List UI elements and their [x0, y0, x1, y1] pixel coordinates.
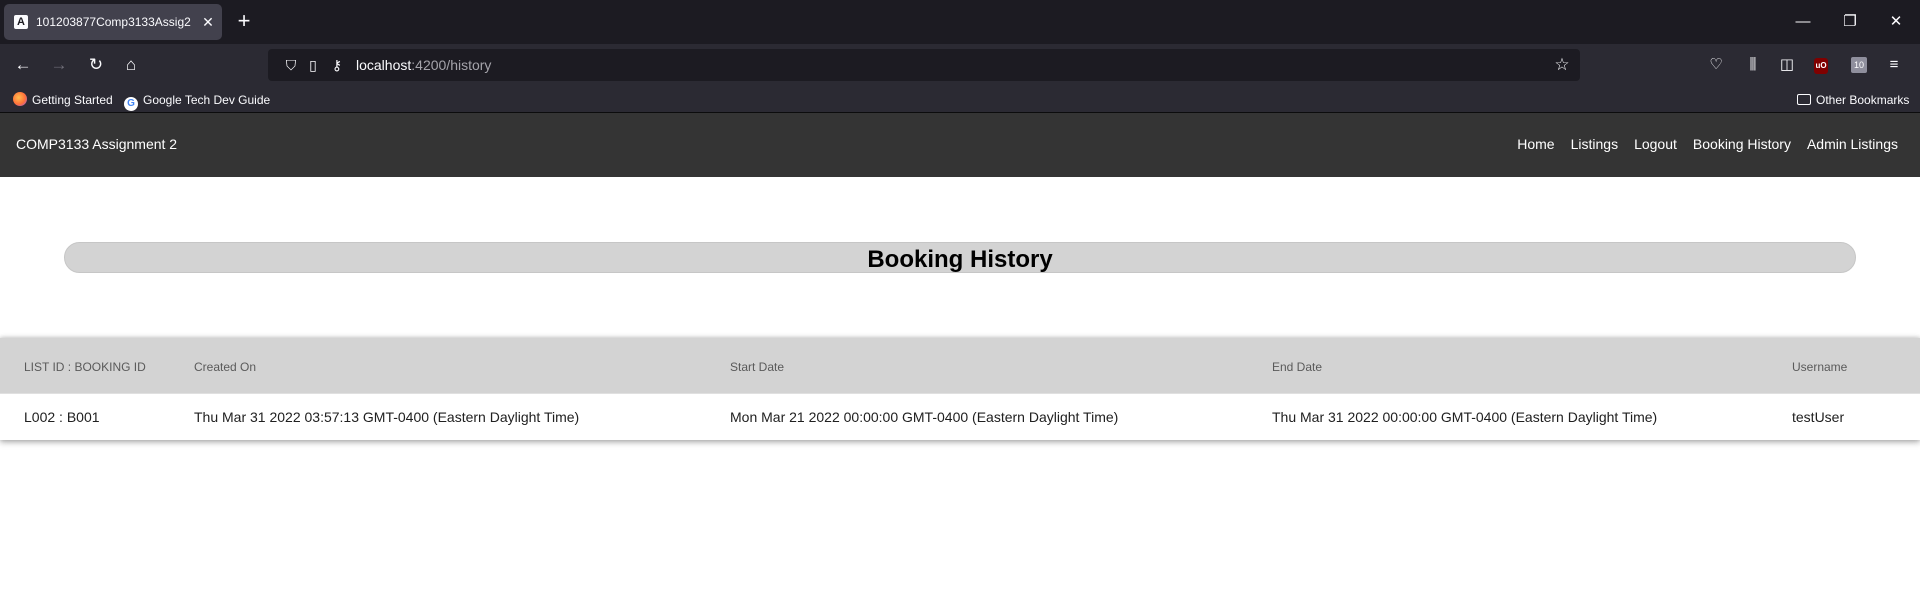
header-row: LIST ID : BOOKING ID Created On Start Da…	[0, 338, 1920, 393]
app-brand[interactable]: COMP3133 Assignment 2	[16, 136, 177, 152]
page-icon[interactable]: ▯	[304, 56, 322, 74]
header-username: Username	[1792, 360, 1848, 375]
cell-end-date: Thu Mar 31 2022 00:00:00 GMT-0400 (Easte…	[1272, 408, 1658, 425]
key-icon[interactable]: ⚷	[328, 56, 346, 74]
cell-list-booking-id: L002 : B001	[24, 408, 100, 425]
bookmarks-toolbar: Getting Started G Google Tech Dev Guide O…	[0, 86, 1920, 113]
sidebar-icon[interactable]: ◫	[1775, 53, 1799, 77]
other-bookmarks[interactable]: Other Bookmarks	[1797, 91, 1909, 109]
browser-tabstrip: A 101203877Comp3133Assig2 ✕ + — ❐ ✕	[0, 0, 1920, 44]
header-start-date: Start Date	[730, 360, 785, 375]
bookmark-label: Getting Started	[32, 93, 113, 107]
nav-admin-listings[interactable]: Admin Listings	[1807, 136, 1898, 152]
restore-icon[interactable]: ❐	[1838, 10, 1862, 34]
nav-links: Home Listings Logout Booking History Adm…	[1517, 136, 1898, 152]
reload-icon[interactable]: ↻	[84, 53, 108, 77]
extension-badge-icon[interactable]: 10	[1851, 57, 1867, 73]
home-icon[interactable]: ⌂	[119, 53, 143, 77]
bookmark-getting-started[interactable]: Getting Started	[13, 91, 113, 109]
back-icon[interactable]: ←	[11, 53, 35, 77]
page-title: Booking History	[867, 246, 1053, 273]
firefox-icon	[13, 92, 27, 106]
header-created-on: Created On	[194, 360, 257, 375]
table-header: LIST ID : BOOKING ID Created On Start Da…	[0, 338, 1920, 393]
close-tab-icon[interactable]: ✕	[200, 14, 216, 30]
page-heading-bar: Booking History	[64, 242, 1856, 273]
header-list-booking-id: LIST ID : BOOKING ID	[24, 360, 146, 375]
google-icon: G	[124, 97, 138, 111]
address-bar[interactable]: ⛉ ▯ ⚷ localhost:4200/history ☆	[268, 49, 1580, 81]
cell-start-date: Mon Mar 21 2022 00:00:00 GMT-0400 (Easte…	[730, 408, 1119, 425]
browser-toolbar: ← → ↻ ⌂ ⛉ ▯ ⚷ localhost:4200/history ☆ ♡…	[0, 44, 1920, 86]
nav-logout[interactable]: Logout	[1634, 136, 1677, 152]
cell-username: testUser	[1792, 408, 1845, 425]
app-navbar: COMP3133 Assignment 2 Home Listings Logo…	[0, 113, 1920, 177]
other-bookmarks-label: Other Bookmarks	[1816, 93, 1910, 107]
angular-icon: A	[14, 15, 28, 29]
browser-tab[interactable]: A 101203877Comp3133Assig2 ✕	[4, 4, 222, 40]
url-path: :4200/history	[411, 57, 492, 73]
header-end-date: End Date	[1272, 360, 1323, 375]
new-tab-icon[interactable]: +	[232, 10, 256, 34]
bookmark-google-tech-dev-guide[interactable]: G Google Tech Dev Guide	[124, 91, 271, 111]
url-host: localhost	[356, 57, 412, 73]
nav-booking-history[interactable]: Booking History	[1693, 136, 1791, 152]
nav-listings[interactable]: Listings	[1571, 136, 1618, 152]
url-text[interactable]: localhost:4200/history	[356, 57, 491, 73]
window-close-icon[interactable]: ✕	[1884, 10, 1908, 34]
tab-title: 101203877Comp3133Assig2	[36, 15, 191, 29]
forward-icon[interactable]: →	[47, 53, 71, 77]
minimize-icon[interactable]: —	[1791, 10, 1815, 34]
booking-table: LIST ID : BOOKING ID Created On Start Da…	[0, 338, 1920, 440]
nav-home[interactable]: Home	[1517, 136, 1554, 152]
menu-icon[interactable]: ≡	[1882, 53, 1906, 77]
folder-icon	[1797, 94, 1811, 105]
bookmark-star-icon[interactable]: ☆	[1552, 55, 1572, 75]
ublock-icon[interactable]: uO	[1814, 58, 1828, 74]
bookmark-label: Google Tech Dev Guide	[143, 93, 271, 107]
booking-history-table: LIST ID : BOOKING ID Created On Start Da…	[0, 338, 1920, 440]
shield-icon[interactable]: ⛉	[282, 56, 300, 74]
table-body: L002 : B001 Thu Mar 31 2022 03:57:13 GMT…	[0, 393, 1920, 440]
table-row: L002 : B001 Thu Mar 31 2022 03:57:13 GMT…	[0, 393, 1920, 440]
pocket-icon[interactable]: ♡	[1704, 53, 1728, 77]
cell-created-on: Thu Mar 31 2022 03:57:13 GMT-0400 (Easte…	[194, 408, 580, 425]
library-icon[interactable]: ⫼	[1741, 53, 1765, 77]
